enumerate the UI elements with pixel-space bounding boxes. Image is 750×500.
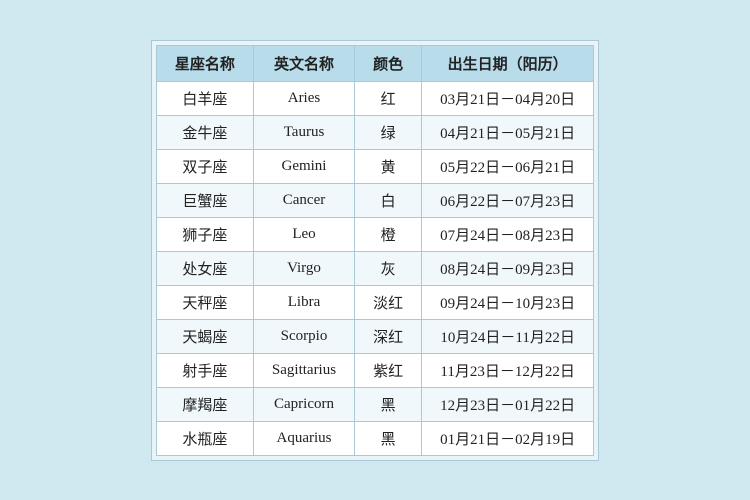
table-cell: 06月22日－07月23日 <box>422 183 594 217</box>
table-header-cell: 英文名称 <box>253 45 354 81</box>
table-cell: 天蝎座 <box>156 319 253 353</box>
table-cell: 黑 <box>355 421 422 455</box>
table-cell: 射手座 <box>156 353 253 387</box>
table-cell: 04月21日－05月21日 <box>422 115 594 149</box>
table-cell: 红 <box>355 81 422 115</box>
table-cell: 水瓶座 <box>156 421 253 455</box>
table-cell: 白羊座 <box>156 81 253 115</box>
table-row: 摩羯座Capricorn黑12月23日－01月22日 <box>156 387 593 421</box>
table-cell: 狮子座 <box>156 217 253 251</box>
table-cell: 03月21日－04月20日 <box>422 81 594 115</box>
table-cell: Sagittarius <box>253 353 354 387</box>
table-cell: 淡红 <box>355 285 422 319</box>
table-cell: 09月24日－10月23日 <box>422 285 594 319</box>
table-row: 天秤座Libra淡红09月24日－10月23日 <box>156 285 593 319</box>
table-cell: 金牛座 <box>156 115 253 149</box>
table-header-row: 星座名称英文名称颜色出生日期（阳历） <box>156 45 593 81</box>
table-cell: 黄 <box>355 149 422 183</box>
table-cell: 摩羯座 <box>156 387 253 421</box>
table-cell: Cancer <box>253 183 354 217</box>
table-cell: 白 <box>355 183 422 217</box>
table-cell: 紫红 <box>355 353 422 387</box>
table-row: 水瓶座Aquarius黑01月21日－02月19日 <box>156 421 593 455</box>
table-cell: Scorpio <box>253 319 354 353</box>
table-cell: 07月24日－08月23日 <box>422 217 594 251</box>
table-row: 双子座Gemini黄05月22日－06月21日 <box>156 149 593 183</box>
table-cell: 11月23日－12月22日 <box>422 353 594 387</box>
table-cell: Leo <box>253 217 354 251</box>
table-cell: 08月24日－09月23日 <box>422 251 594 285</box>
table-row: 处女座Virgo灰08月24日－09月23日 <box>156 251 593 285</box>
table-cell: 12月23日－01月22日 <box>422 387 594 421</box>
table-cell: 巨蟹座 <box>156 183 253 217</box>
table-cell: 01月21日－02月19日 <box>422 421 594 455</box>
table-cell: 10月24日－11月22日 <box>422 319 594 353</box>
zodiac-table: 星座名称英文名称颜色出生日期（阳历） 白羊座Aries红03月21日－04月20… <box>156 45 594 456</box>
table-header-cell: 出生日期（阳历） <box>422 45 594 81</box>
table-cell: 05月22日－06月21日 <box>422 149 594 183</box>
table-cell: 处女座 <box>156 251 253 285</box>
table-cell: Aquarius <box>253 421 354 455</box>
table-cell: Taurus <box>253 115 354 149</box>
table-row: 狮子座Leo橙07月24日－08月23日 <box>156 217 593 251</box>
table-cell: Libra <box>253 285 354 319</box>
table-cell: 双子座 <box>156 149 253 183</box>
table-cell: 天秤座 <box>156 285 253 319</box>
table-row: 天蝎座Scorpio深红10月24日－11月22日 <box>156 319 593 353</box>
table-row: 白羊座Aries红03月21日－04月20日 <box>156 81 593 115</box>
table-cell: Gemini <box>253 149 354 183</box>
table-cell: 深红 <box>355 319 422 353</box>
table-row: 巨蟹座Cancer白06月22日－07月23日 <box>156 183 593 217</box>
table-cell: Capricorn <box>253 387 354 421</box>
zodiac-table-container: 星座名称英文名称颜色出生日期（阳历） 白羊座Aries红03月21日－04月20… <box>151 40 599 461</box>
table-row: 金牛座Taurus绿04月21日－05月21日 <box>156 115 593 149</box>
table-cell: Aries <box>253 81 354 115</box>
table-header-cell: 颜色 <box>355 45 422 81</box>
table-cell: 绿 <box>355 115 422 149</box>
table-cell: 黑 <box>355 387 422 421</box>
table-header-cell: 星座名称 <box>156 45 253 81</box>
table-cell: 橙 <box>355 217 422 251</box>
table-cell: Virgo <box>253 251 354 285</box>
table-cell: 灰 <box>355 251 422 285</box>
table-row: 射手座Sagittarius紫红11月23日－12月22日 <box>156 353 593 387</box>
